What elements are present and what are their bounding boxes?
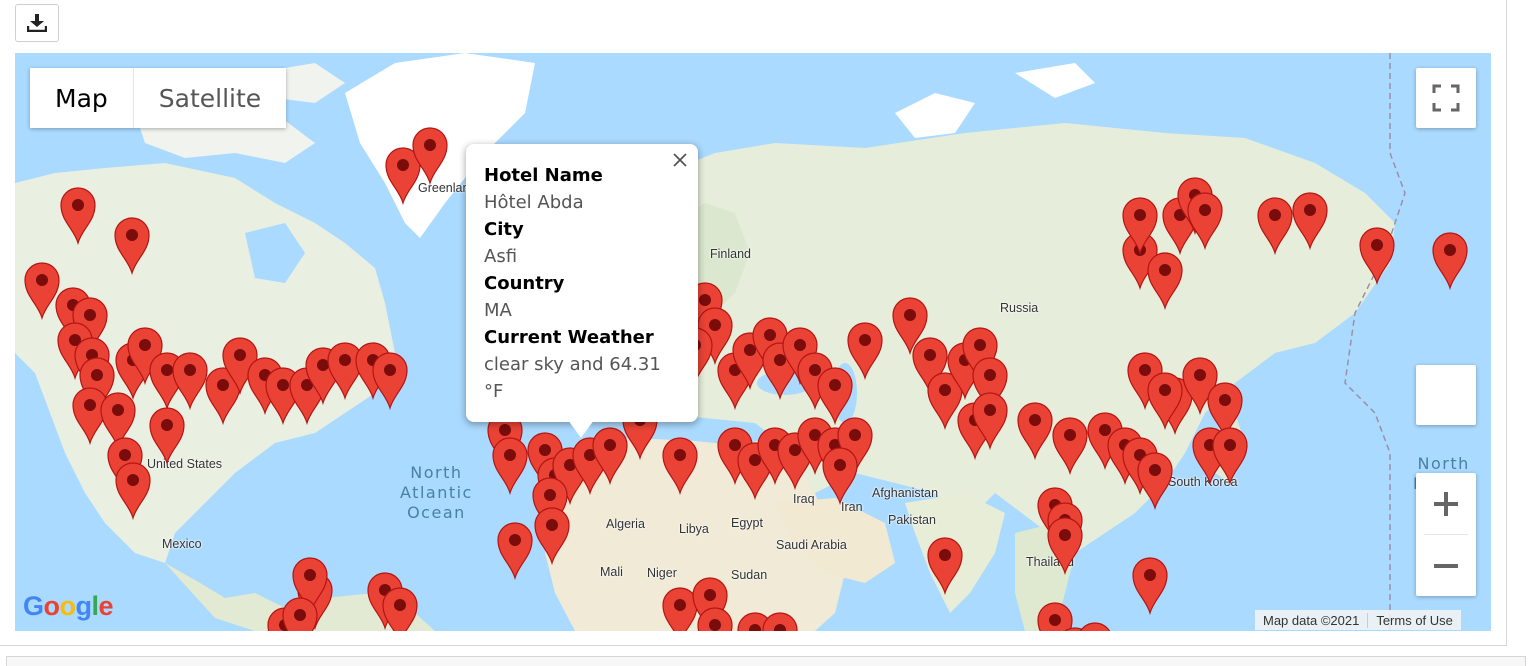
plus-icon xyxy=(1434,491,1458,516)
map-data-label: Map data ©2021 xyxy=(1263,612,1360,628)
map-marker[interactable] xyxy=(1050,415,1090,475)
map-marker[interactable] xyxy=(532,505,572,565)
map-marker[interactable] xyxy=(370,350,410,410)
next-cell-edge xyxy=(6,656,1526,666)
map-marker[interactable] xyxy=(1430,230,1470,290)
map-marker[interactable] xyxy=(1120,195,1160,255)
map-type-satellite-button[interactable]: Satellite xyxy=(132,68,286,128)
map-marker[interactable] xyxy=(1075,620,1115,631)
city-label: City xyxy=(484,219,524,240)
hotel-name-label: Hotel Name xyxy=(484,165,603,186)
map-type-control: Map Satellite xyxy=(30,68,287,128)
info-window-tail xyxy=(568,420,594,438)
city-value: Asfi xyxy=(484,246,518,267)
zoom-in-button[interactable] xyxy=(1416,473,1476,534)
attribution-bar: Map data ©2021 Terms of Use xyxy=(1255,610,1461,630)
map-marker[interactable] xyxy=(112,215,152,275)
map-marker[interactable] xyxy=(410,125,450,185)
fullscreen-button[interactable] xyxy=(1416,68,1476,128)
map-marker[interactable] xyxy=(845,320,885,380)
map-marker[interactable] xyxy=(58,185,98,245)
map-marker[interactable] xyxy=(1045,515,1085,575)
map-marker[interactable] xyxy=(1145,250,1185,310)
map-marker[interactable] xyxy=(147,405,187,465)
download-icon xyxy=(27,14,47,32)
map-canvas[interactable]: Greenland Finland Russia United States M… xyxy=(15,53,1491,631)
map-marker[interactable] xyxy=(1145,370,1185,430)
map-marker[interactable] xyxy=(490,435,530,495)
map-marker[interactable] xyxy=(1210,425,1250,485)
map-marker[interactable] xyxy=(380,585,420,631)
map-marker[interactable] xyxy=(1185,190,1225,250)
terms-of-use-link[interactable]: Terms of Use xyxy=(1367,612,1461,628)
map-marker[interactable] xyxy=(280,595,320,631)
map-marker[interactable] xyxy=(1255,195,1295,255)
map-marker[interactable] xyxy=(925,535,965,595)
marker-layer xyxy=(15,53,1491,631)
map-marker[interactable] xyxy=(820,445,860,505)
street-view-control[interactable] xyxy=(1416,365,1476,425)
weather-label: Current Weather xyxy=(484,327,654,348)
hotel-name-value: Hôtel Abda xyxy=(484,192,584,213)
zoom-control xyxy=(1416,473,1476,596)
map-marker[interactable] xyxy=(660,435,700,495)
map-type-map-button[interactable]: Map xyxy=(30,68,133,128)
map-marker[interactable] xyxy=(113,460,153,520)
country-label: Country xyxy=(484,273,565,294)
download-button[interactable] xyxy=(15,4,59,42)
fullscreen-icon xyxy=(1432,84,1460,112)
country-value: MA xyxy=(484,300,512,321)
map-marker[interactable] xyxy=(495,520,535,580)
map-marker[interactable] xyxy=(695,605,735,631)
map-marker[interactable] xyxy=(1015,400,1055,460)
close-button[interactable] xyxy=(670,150,690,170)
map-marker[interactable] xyxy=(760,610,800,631)
map-marker[interactable] xyxy=(1135,450,1175,510)
google-logo[interactable]: Google xyxy=(23,591,114,622)
weather-value: clear sky and 64.31 °F xyxy=(484,354,661,402)
close-icon xyxy=(673,153,687,167)
map-marker[interactable] xyxy=(970,390,1010,450)
map-marker[interactable] xyxy=(1130,555,1170,615)
zoom-out-button[interactable] xyxy=(1416,535,1476,596)
minus-icon xyxy=(1434,563,1458,568)
info-window: Hotel Name Hôtel Abda City Asfi Country … xyxy=(466,144,698,438)
map-marker[interactable] xyxy=(1357,225,1397,285)
map-marker[interactable] xyxy=(1290,190,1330,250)
